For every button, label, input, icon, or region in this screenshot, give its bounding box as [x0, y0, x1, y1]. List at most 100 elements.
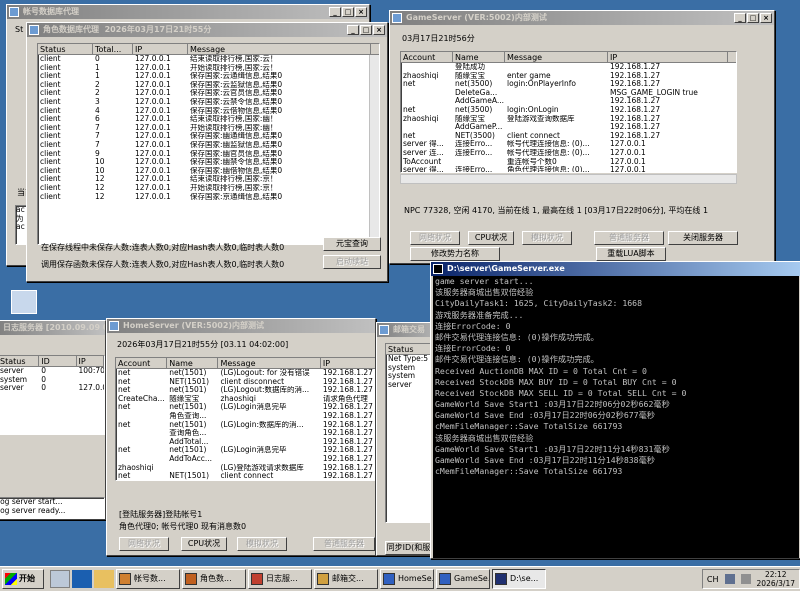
col-account[interactable]: Account [116, 358, 168, 368]
table-row[interactable]: client 2 127.0.0.1 保存国家:云监狱信息,结果0 [38, 81, 379, 90]
table-row[interactable]: client 2 127.0.0.1 保存国家:云官员信息,结果0 [38, 89, 379, 98]
table-row[interactable]: client 1 127.0.0.1 开始读取排行榜,国家:云！ [38, 64, 379, 73]
table-row[interactable]: 查询角色... 192.168.1.27 [116, 429, 375, 438]
table-row[interactable]: CreateCha... 随缘宝宝 zhaoshiqi 请求角色代理 [116, 395, 375, 404]
gameserver-titlebar[interactable]: GameServer (VER:5002)内部测试 _ □ × [390, 11, 774, 25]
table-row[interactable]: net NET(3500) client connect 192.168.1.27 [401, 132, 736, 141]
taskbar-item[interactable]: 角色数... [182, 569, 246, 589]
table-row[interactable]: AddTotal... 192.168.1.27 [116, 438, 375, 447]
table-row[interactable]: server 0 127.0.0 [0, 384, 104, 393]
account-db-titlebar[interactable]: 帐号数据库代理 _ □ × [7, 5, 369, 19]
close-server-button[interactable]: 关闭服务器 [668, 231, 738, 245]
table-row[interactable]: DeleteGa... MSG_GAME_LOGIN true [401, 89, 736, 98]
col-message[interactable]: Message [505, 52, 608, 62]
col-ip[interactable]: IP [608, 52, 728, 62]
normal-server-button[interactable]: 普通服务器 [594, 231, 664, 245]
vertical-scrollbar[interactable] [369, 55, 379, 244]
console-window[interactable]: D:\server\GameServer.exe game server sta… [430, 261, 800, 559]
table-row[interactable]: client 1 127.0.0.1 保存国家:云通缉信息,结果0 [38, 72, 379, 81]
col-id[interactable]: ID [39, 356, 77, 366]
table-row[interactable]: client 12 127.0.0.1 结束读取排行榜,国家:京！ [38, 175, 379, 184]
col-total[interactable]: Total... [93, 44, 133, 54]
table-row[interactable]: client 12 127.0.0.1 开始读取排行榜,国家:京！ [38, 184, 379, 193]
table-row[interactable]: 角色查询... 192.168.1.27 [116, 412, 375, 421]
table-row[interactable]: client 10 127.0.0.1 保存国家:幽借物信息,结果0 [38, 167, 379, 176]
powershell-icon[interactable] [72, 570, 92, 588]
table-row[interactable]: ToAccount 重连帐号个数0 127.0.0.1 [401, 158, 736, 167]
taskbar-item[interactable]: 邮箱交... [314, 569, 378, 589]
table-row[interactable]: server 连... 连接Erro... 帐号代理连接信息: (0)... 127.… [401, 149, 736, 158]
table-row[interactable]: client 7 127.0.0.1 保存国家:幽通缉信息,结果0 [38, 132, 379, 141]
taskbar-item[interactable]: HomeSe... [380, 569, 434, 589]
actor-log-list[interactable]: Status Total... IP Message client 0 127.0.… [37, 43, 380, 245]
table-row[interactable]: net net(1501) (LG)Login消息完毕 192.168.1.27 [116, 446, 375, 455]
table-row[interactable]: net net(1501) (LG)Logout: for 没有错误 192.168.… [116, 369, 375, 378]
maximize-button[interactable]: □ [747, 13, 759, 23]
col-account[interactable]: Account [401, 52, 453, 62]
homeserver-log-list[interactable]: Account Name Message IP net net(1501) (LG)… [115, 357, 375, 481]
table-row[interactable]: client 7 127.0.0.1 开始读取排行榜,国家:幽！ [38, 124, 379, 133]
explorer-icon[interactable] [94, 570, 114, 588]
language-indicator[interactable]: CH [707, 575, 719, 584]
actor-db-titlebar[interactable]: 角色数据库代理 2026年03月17日21时55分 _ □ × [27, 23, 387, 37]
table-row[interactable]: client 4 127.0.0.1 保存国家:云借物信息,结果0 [38, 107, 379, 116]
taskbar-item[interactable]: GameSe... [436, 569, 490, 589]
reload-lua-button[interactable]: 重载LUA脚本 [596, 247, 666, 261]
col-ip[interactable]: IP [133, 44, 188, 54]
table-row[interactable]: server 0 100:70 [0, 367, 104, 376]
col-message[interactable]: Message [188, 44, 371, 54]
table-row[interactable]: server 得... 连接Erro... 帐号代理连接信息: (0)... 127.… [401, 140, 736, 149]
volume-icon[interactable] [740, 574, 751, 584]
table-row[interactable]: net net(1501) (LG)Logout:数据库的消... 192.168.1… [116, 386, 375, 395]
cpu-status-button[interactable]: CPU状况 [468, 231, 514, 245]
homeserver-titlebar[interactable]: HomeServer (VER:5002)内部测试 [107, 319, 375, 333]
desktop-shortcut-icon[interactable] [11, 290, 37, 314]
col-status[interactable]: Status [38, 44, 93, 54]
table-row[interactable]: zhaoshiqi (LG)登陆游戏请求数据库 192.168.1.27 [116, 464, 375, 473]
table-row[interactable]: client 10 127.0.0.1 保存国家:幽禁令信息,结果0 [38, 158, 379, 167]
table-row[interactable]: client 7 127.0.0.1 保存国家:幽监狱信息,结果0 [38, 141, 379, 150]
close-button[interactable]: × [760, 13, 772, 23]
table-row[interactable]: client 6 127.0.0.1 结束读取排行榜,国家:幽！ [38, 115, 379, 124]
col-status[interactable]: Status [0, 356, 40, 366]
table-row[interactable]: net NET(1501) client disconnect 192.168.1.2… [116, 378, 375, 387]
taskbar-item[interactable]: 日志服... [248, 569, 312, 589]
log-server-list[interactable]: Status ID IP server 0 100:70 system 0 server 0… [0, 355, 105, 435]
table-row[interactable]: client 3 127.0.0.1 保存国家:云禁令信息,结果0 [38, 98, 379, 107]
col-ip[interactable]: IP [77, 356, 104, 366]
start-resume-button[interactable]: 启动续站 [323, 255, 381, 269]
query-yuanbao-button[interactable]: 元宝查询 [323, 237, 381, 251]
table-row[interactable]: AddToAcc... 192.168.1.27 [116, 455, 375, 464]
maximize-button[interactable]: □ [360, 25, 372, 35]
network-icon[interactable] [724, 574, 735, 584]
simulate-status-button[interactable]: 模拟状况 [237, 537, 287, 551]
cpu-status-button[interactable]: CPU状况 [181, 537, 227, 551]
normal-server-button[interactable]: 普通服务器 [313, 537, 375, 551]
table-row[interactable]: net NET(1501) client connect 192.168.1.27 [116, 472, 375, 480]
table-row[interactable]: net net(1501) (LG)Login:数据库的消... 192.168.1.… [116, 421, 375, 430]
show-desktop-icon[interactable] [50, 570, 70, 588]
table-row[interactable]: net net(3500) login:OnLogin 192.168.1.27 [401, 106, 736, 115]
close-button[interactable]: × [355, 7, 367, 17]
table-row[interactable]: client 9 127.0.0.1 保存国家:幽官员信息,结果0 [38, 150, 379, 159]
log-server-window[interactable]: 日志服务器 [2010.09.09 07... Status ID IP ser… [0, 320, 106, 520]
clock[interactable]: 22:12 2026/3/17 [757, 570, 795, 588]
table-row[interactable]: server 得... 连接Erro... 角色代理连接信息: (0)... 127.… [401, 166, 736, 172]
taskbar-item[interactable]: D:\se... [492, 569, 546, 589]
minimize-button[interactable]: _ [329, 7, 341, 17]
col-ip[interactable]: IP [321, 358, 375, 368]
close-button[interactable]: × [373, 25, 385, 35]
start-button[interactable]: 开始 [2, 569, 44, 589]
horizontal-scrollbar[interactable] [400, 174, 737, 184]
table-row[interactable]: AddGameA... 192.168.1.27 [401, 97, 736, 106]
col-message[interactable]: Message [218, 358, 321, 368]
table-row[interactable]: zhaoshiqi 随缘宝宝 enter game 192.168.1.27 [401, 72, 736, 81]
col-name[interactable]: Name [453, 52, 505, 62]
actor-db-window[interactable]: 角色数据库代理 2026年03月17日21时55分 _ □ × Status Tot… [26, 22, 388, 282]
console-output[interactable]: game server start... 该服务器商城出售双倍经验 CityDail… [433, 276, 799, 558]
minimize-button[interactable]: _ [734, 13, 746, 23]
table-row[interactable]: client 0 127.0.0.1 结束读取排行榜,国家:云！ [38, 55, 379, 64]
maximize-button[interactable]: □ [342, 7, 354, 17]
table-row[interactable]: system 0 [0, 376, 104, 385]
network-status-button[interactable]: 网络状况 [119, 537, 169, 551]
